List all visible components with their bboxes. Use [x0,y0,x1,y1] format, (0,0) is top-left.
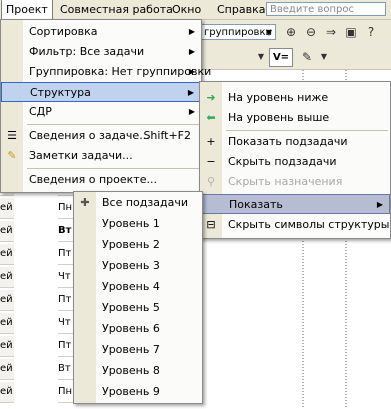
menu-item-hide-assignments: ⚲ Скрыть назначения [200,172,390,192]
menu-collaborate[interactable]: Совместная работа [56,0,177,19]
outline-symbols-icon: ⊟ [206,218,216,231]
submenu-arrow-icon: ▶ [188,67,195,76]
gantt-wizard-icon[interactable]: ✎ [298,48,316,66]
outdent-arrow-icon: ⬅ [206,111,216,124]
menu-separator [226,130,388,131]
show-levels-submenu: ✚ Все подзадачи Уровень 1 Уровень 2 Уровень … [73,191,203,404]
menu-item-label: Фильтр: Все задачи [29,45,145,58]
menu-item-label: Показать [229,198,283,211]
plus-icon: + [206,135,216,148]
submenu-arrow-icon: ▶ [187,88,194,97]
menu-item-label: Уровень 4 [102,280,160,293]
help-search-input[interactable]: Введите вопрос [266,2,386,16]
menu-item-label: Уровень 3 [102,259,160,272]
zoom-out-icon[interactable]: ⊖ [302,23,320,41]
menu-item-level-7[interactable]: Уровень 7 [74,340,202,360]
row-label: ей [0,198,14,219]
menu-item-label: На уровень ниже [228,91,329,104]
menu-item-level-2[interactable]: Уровень 2 [74,235,202,255]
menu-item-label: Уровень 5 [102,301,160,314]
chevron-down-icon: ▼ [265,28,272,37]
menu-item-hide-outline-symbols[interactable]: ⊟ Скрыть символы структуры [200,215,390,235]
menu-item-all-subtasks[interactable]: ✚ Все подзадачи [74,193,202,213]
row-label: ей [0,313,14,334]
row-label: ей [0,221,14,242]
row-label: ей [0,267,14,288]
chevron-down-icon[interactable]: ▼ [252,48,270,66]
menu-window[interactable]: Окно [168,0,205,19]
menu-item-label: Скрыть подзадачи [228,155,337,168]
menu-item-level-8[interactable]: Уровень 8 [74,361,202,381]
notes-icon: ✎ [7,149,17,162]
menu-item-label: Уровень 8 [102,364,160,377]
menu-item-level-6[interactable]: Уровень 6 [74,319,202,339]
menu-item-shortcut: Shift+F2 [143,129,191,142]
grouping-combo[interactable]: группировки ▼ [200,24,276,40]
menu-item-label: Уровень 6 [102,322,160,335]
project-menu: Сортировка ▶ Фильтр: Все задачи ▶ Группи… [0,19,211,193]
menu-item-label: На уровень выше [228,111,330,124]
indent-arrow-icon: ➜ [206,91,216,104]
menu-item-level-9[interactable]: Уровень 9 [74,382,202,402]
menu-item-task-notes[interactable]: ✎ Заметки задачи... [1,146,201,166]
menu-item-label: Группировка: Нет группировки [29,65,212,78]
menu-item-label: Уровень 1 [102,217,160,230]
row-label: ей [0,382,14,403]
menu-item-outline[interactable]: Структура ▶ [1,82,201,102]
menu-item-indent[interactable]: ➜ На уровень ниже [200,88,390,108]
menu-item-show[interactable]: Показать ▶ [200,194,390,214]
row-label: ей [0,359,14,380]
menu-item-hide-subtasks[interactable]: − Скрыть подзадачи [200,152,390,172]
submenu-arrow-icon: ▶ [188,47,195,56]
menu-item-project-info[interactable]: Сведения о проекте... [1,170,201,190]
menu-item-task-info[interactable]: ☰ Сведения о задаче... Shift+F2 [1,126,201,146]
zoom-in-icon[interactable]: ⊕ [282,23,300,41]
menu-item-label: Структура [30,86,91,99]
menu-item-label: СДР [29,105,52,118]
menu-item-level-4[interactable]: Уровень 4 [74,277,202,297]
grouping-combo-value: группировки [204,27,272,38]
menu-item-group[interactable]: Группировка: Нет группировки ▶ [1,62,211,82]
menu-project[interactable]: Проект [1,0,53,19]
menu-item-filter[interactable]: Фильтр: Все задачи ▶ [1,42,201,62]
menu-item-label: Заметки задачи... [29,149,133,162]
menu-separator [27,168,199,169]
menu-item-label: Сведения о задаче... [29,129,150,142]
hide-assignments-icon: ⚲ [206,175,216,188]
autofilter-button[interactable]: V= [269,48,293,67]
menu-item-outdent[interactable]: ⬅ На уровень выше [200,108,390,128]
row-label: ей [0,244,14,265]
help-icon[interactable]: ? [362,23,380,41]
outline-submenu: ➜ На уровень ниже ⬅ На уровень выше + По… [199,81,391,239]
menu-help[interactable]: Справка [213,0,269,19]
menu-item-label: Все подзадачи [102,196,188,209]
task-info-icon: ☰ [7,129,17,142]
menu-item-level-5[interactable]: Уровень 5 [74,298,202,318]
menu-item-label: Уровень 7 [102,343,160,356]
menu-item-label: Скрыть символы структуры [228,218,390,231]
row-label: ей [0,290,14,311]
menu-item-label: Сортировка [29,25,98,38]
menu-separator [27,124,199,125]
menu-bar: Проект Совместная работа Окно Справка Вв… [0,0,391,20]
menu-item-label: Уровень 9 [102,385,160,398]
submenu-arrow-icon: ▶ [188,107,195,116]
minus-icon: − [206,155,216,168]
row-label: ей [0,336,14,357]
menu-item-label: Уровень 2 [102,238,160,251]
goto-task-icon[interactable]: ⇒ [322,23,340,41]
menu-item-level-3[interactable]: Уровень 3 [74,256,202,276]
menu-item-sort[interactable]: Сортировка ▶ [1,22,201,42]
menu-item-label: Показать подзадачи [228,135,348,148]
menu-item-label: Сведения о проекте... [29,173,157,186]
all-subtasks-icon: ✚ [80,196,90,209]
menu-item-wbs[interactable]: СДР ▶ [1,102,201,122]
menu-item-label: Скрыть назначения [228,175,343,188]
menu-item-level-1[interactable]: Уровень 1 [74,214,202,234]
submenu-arrow-icon: ▶ [188,27,195,36]
submenu-arrow-icon: ▶ [376,200,383,209]
menu-item-show-subtasks[interactable]: + Показать подзадачи [200,132,390,152]
copy-picture-icon[interactable]: ▣ [342,23,360,41]
chevron-down-icon[interactable]: ▼ [315,48,333,66]
